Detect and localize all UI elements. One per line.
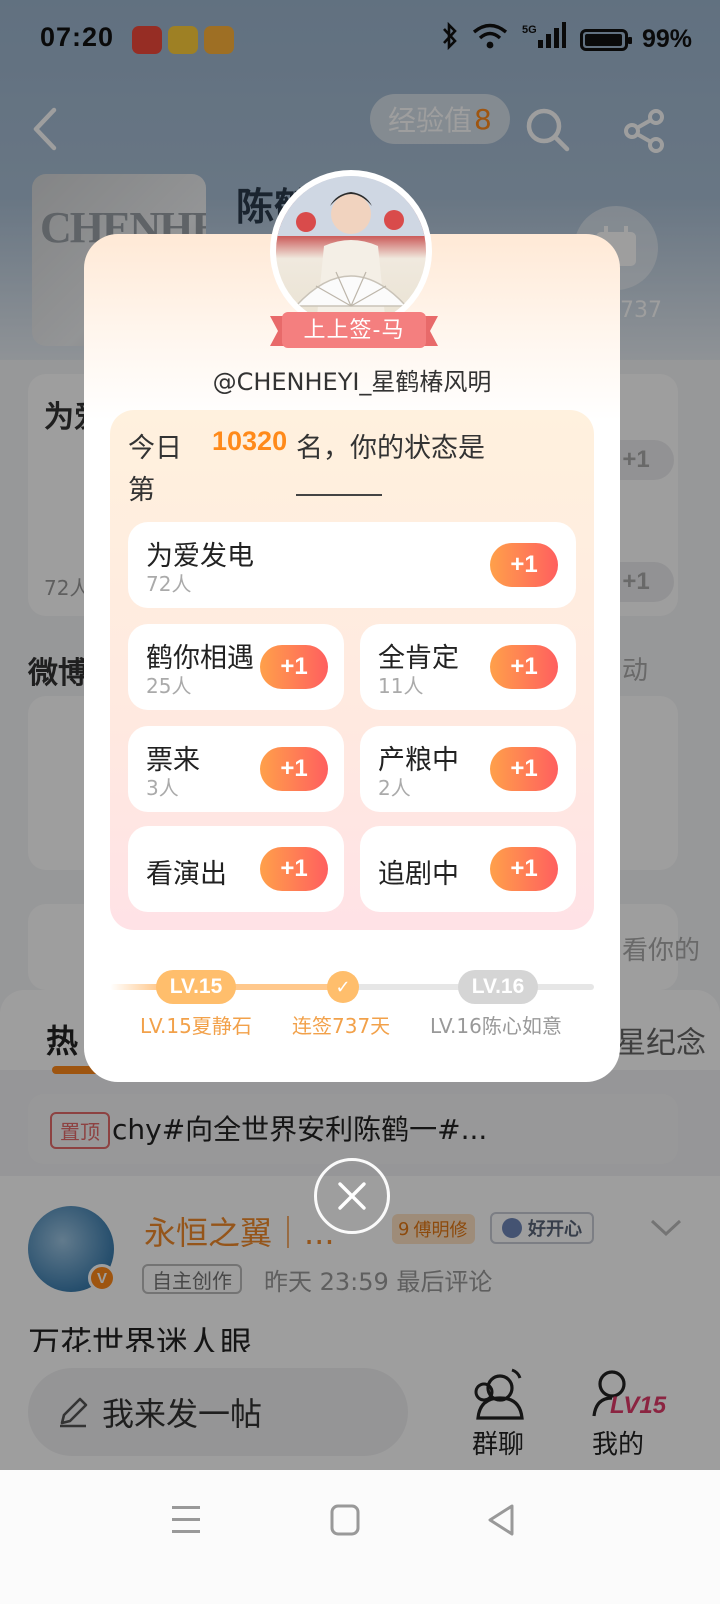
user-handle: @CHENHEYI_星鹤椿风明 — [212, 368, 492, 396]
fortune-ribbon-text: 上上签-马 — [303, 318, 405, 343]
tag-card-he-ni-xiang-yu[interactable]: 鹤你相遇 25人 +1 — [128, 624, 344, 710]
rank-prefix-today: 今日 — [128, 433, 182, 464]
tag-card-kan-yan-chu[interactable]: 看演出 +1 — [128, 826, 344, 912]
checkin-streak: 连签737天 — [292, 1014, 391, 1038]
plus-one-button[interactable]: +1 — [260, 847, 328, 891]
idol-portrait-image — [276, 176, 426, 326]
tag-card-zhui-ju-zhong[interactable]: 追剧中 +1 — [360, 826, 576, 912]
tag-count: 2人 — [378, 776, 411, 800]
tag-card-chan-liang-zhong[interactable]: 产粮中 2人 +1 — [360, 726, 576, 812]
back-triangle-icon — [488, 1504, 514, 1536]
current-level-pill: LV.15 — [156, 970, 236, 1004]
home-icon — [330, 1504, 360, 1536]
close-icon — [338, 1182, 366, 1210]
tag-name: 看演出 — [146, 859, 227, 890]
tag-count: 3人 — [146, 776, 179, 800]
checkmark-icon: ✓ — [327, 971, 359, 1003]
plus-one-button[interactable]: +1 — [490, 645, 558, 689]
tag-count: 72人 — [146, 572, 192, 596]
tag-name: 追剧中 — [378, 859, 459, 890]
plus-one-button[interactable]: +1 — [260, 645, 328, 689]
idol-avatar — [276, 176, 426, 326]
rank-suffix: 名，你的状态是 — [296, 433, 485, 464]
menu-icon — [172, 1506, 200, 1533]
plus-one-button[interactable]: +1 — [260, 747, 328, 791]
tag-count: 11人 — [378, 674, 424, 698]
next-level-name: LV.16陈心如意 — [430, 1014, 562, 1038]
plus-one-button[interactable]: +1 — [490, 747, 558, 791]
status-blank-line — [296, 494, 382, 496]
close-button[interactable] — [314, 1158, 390, 1234]
system-navigation-bar — [0, 1470, 720, 1604]
tag-count: 25人 — [146, 674, 192, 698]
plus-one-button[interactable]: +1 — [490, 543, 558, 587]
tag-card-wei-ai-fa-dian[interactable]: 为爱发电 72人 +1 — [128, 522, 576, 608]
rank-prefix-ordinal: 第 — [128, 475, 155, 506]
current-level-name: LV.15夏静石 — [140, 1014, 252, 1038]
rank-number: 10320 — [212, 426, 288, 456]
next-level-pill: LV.16 — [458, 970, 538, 1004]
tag-card-quan-ken-ding[interactable]: 全肯定 11人 +1 — [360, 624, 576, 710]
plus-one-button[interactable]: +1 — [490, 847, 558, 891]
tag-card-piao-lai[interactable]: 票来 3人 +1 — [128, 726, 344, 812]
